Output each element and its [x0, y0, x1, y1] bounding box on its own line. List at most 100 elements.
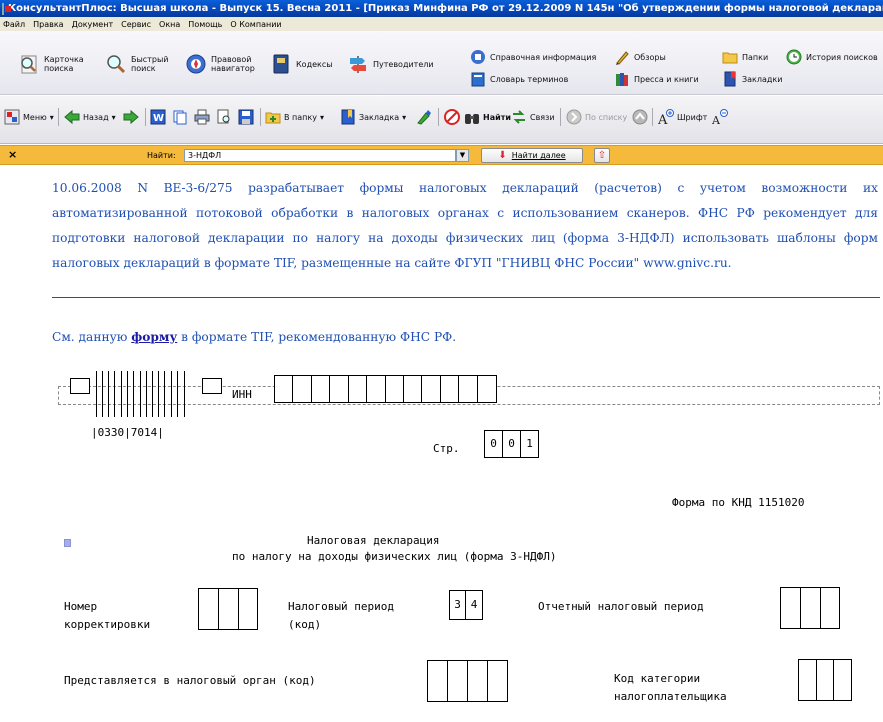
find-input[interactable]: 3-НДФЛ — [184, 149, 456, 162]
menu-windows[interactable]: Окна — [159, 20, 180, 29]
list-nav-icon — [566, 109, 582, 125]
books-icon — [616, 73, 628, 86]
page-digit: 0 — [503, 431, 521, 457]
bookmarks-button[interactable]: Закладки — [722, 71, 782, 87]
dictionary-button[interactable]: Словарь терминов — [470, 71, 568, 87]
page-number-cells: 0 0 1 — [484, 430, 539, 458]
declaration-title: Налоговая декларация — [307, 534, 440, 547]
folder-icon — [722, 52, 738, 64]
menu-about-company[interactable]: О Компании — [230, 20, 281, 29]
links-arrows-icon — [513, 110, 525, 124]
bookmark-label: Закладка — [359, 112, 400, 122]
font-increase-button[interactable]: A Шрифт — [658, 108, 707, 126]
bookmark-book-icon — [724, 71, 736, 87]
info-marker-icon[interactable] — [64, 539, 71, 547]
search-history-button[interactable]: История поисков — [786, 49, 878, 65]
to-folder-button[interactable]: В папку ▾ — [265, 108, 324, 126]
no-mark-icon — [444, 109, 460, 125]
back-label: Назад — [83, 112, 109, 122]
preview-button[interactable] — [216, 108, 235, 126]
form-code: Форма по КНД 1151020 — [672, 496, 805, 509]
reference-info-label: Справочная информация — [490, 52, 597, 62]
save-button[interactable] — [238, 108, 257, 126]
press-books-button[interactable]: Пресса и книги — [614, 71, 699, 87]
document-toolbar: Меню ▾ Назад ▾ W В папку ▾ Закладка ▾ На… — [0, 96, 883, 144]
font-decrease-icon: A — [712, 109, 728, 125]
close-icon[interactable]: × — [8, 149, 18, 160]
menu-service[interactable]: Сервис — [121, 20, 151, 29]
page-label: Стр. — [433, 442, 460, 455]
font-decrease-button[interactable]: A — [712, 108, 731, 126]
window-title-bar[interactable]: КонсультантПлюс: Высшая школа - Выпуск 1… — [0, 0, 883, 17]
category-label-2: налогоплательщика — [614, 690, 727, 703]
toolbar-separator — [260, 108, 261, 126]
links-label: Связи — [530, 112, 555, 122]
codes-button[interactable]: Кодексы — [270, 53, 333, 75]
font-label: Шрифт — [677, 112, 708, 122]
guides-label: Путеводители — [373, 59, 434, 69]
highlight-button[interactable] — [416, 108, 435, 126]
export-word-button[interactable]: W — [150, 108, 169, 126]
word-icon: W — [150, 109, 166, 125]
bookmarks-label: Закладки — [742, 74, 783, 84]
print-button[interactable] — [194, 108, 213, 126]
menu-document[interactable]: Документ — [72, 20, 114, 29]
find-field-label: Найти: — [147, 151, 176, 160]
toolbar-separator — [560, 108, 561, 126]
press-books-label: Пресса и книги — [634, 74, 699, 84]
folders-button[interactable]: Папки — [722, 49, 768, 65]
reference-info-button[interactable]: Справочная информация — [470, 49, 596, 65]
quick-search-label-1: Быстрый — [131, 55, 169, 64]
dictionary-icon — [471, 72, 485, 87]
legal-navigator-button[interactable]: Правовой навигатор — [185, 53, 255, 75]
reviews-button[interactable]: Обзоры — [614, 49, 666, 65]
menu-file[interactable]: Файл — [3, 20, 25, 29]
find-button[interactable]: Найти — [464, 108, 511, 126]
history-clock-icon — [786, 49, 802, 65]
copy-icon — [173, 110, 187, 125]
svg-text:A: A — [712, 114, 721, 125]
menu-dropdown-button[interactable]: Меню ▾ — [4, 108, 54, 126]
tax-period-label-1: Налоговый период — [288, 600, 394, 613]
tax-period-digit: 4 — [470, 598, 478, 611]
main-toolbar: Карточка поиска Быстрый поиск Правовой нави… — [0, 31, 883, 95]
see-prefix: См. данную — [52, 330, 132, 344]
scroll-up-button[interactable] — [632, 108, 651, 126]
report-period-label: Отчетный налоговый период — [538, 600, 704, 613]
tax-period-label-2: (код) — [288, 618, 322, 631]
find-history-dropdown[interactable]: ▼ — [456, 149, 469, 162]
app-icon — [2, 2, 11, 15]
toolbar-separator — [145, 108, 146, 126]
tax-period-cells: 3 4 — [449, 590, 483, 620]
toolbar-separator — [438, 108, 439, 126]
find-next-label: Найти далее — [511, 151, 566, 160]
bookmark-button[interactable]: Закладка ▾ — [340, 108, 406, 126]
links-button[interactable]: Связи — [511, 108, 555, 126]
forward-button[interactable] — [123, 108, 142, 126]
correction-label-2: корректировки — [64, 618, 151, 631]
by-list-button[interactable]: По списку — [566, 108, 627, 126]
card-search-label-2: поиска — [44, 64, 74, 73]
card-search-button[interactable]: Карточка поиска — [18, 53, 84, 75]
copy-button[interactable] — [172, 108, 191, 126]
find-next-button[interactable]: ⬇ Найти далее — [481, 148, 583, 163]
menu-edit[interactable]: Правка — [33, 20, 63, 29]
magnifier-icon — [107, 55, 126, 74]
see-suffix: в формате TIF, рекомендованную ФНС РФ. — [177, 330, 457, 344]
no-highlight-button[interactable] — [444, 108, 463, 126]
document-paragraph: 10.06.2008 N ВЕ-3-6/275 разрабатывает фо… — [52, 181, 878, 270]
magnifier-card-icon — [21, 55, 37, 74]
form-link[interactable]: форму — [131, 330, 177, 344]
report-period-cells — [780, 587, 840, 629]
quick-search-button[interactable]: Быстрый поиск — [105, 53, 168, 75]
guides-button[interactable]: Путеводители — [347, 53, 434, 75]
menu-label: Меню — [23, 112, 47, 122]
up-circle-icon — [632, 109, 648, 125]
find-previous-button[interactable]: ⇧ — [594, 148, 610, 163]
back-button[interactable]: Назад ▾ — [64, 108, 116, 126]
add-to-folder-icon — [265, 112, 281, 124]
quick-search-label-2: поиск — [131, 64, 156, 73]
menu-help[interactable]: Помощь — [188, 20, 222, 29]
barcode-number: |0330|7014| — [91, 426, 164, 439]
bookmark-icon — [341, 109, 355, 125]
